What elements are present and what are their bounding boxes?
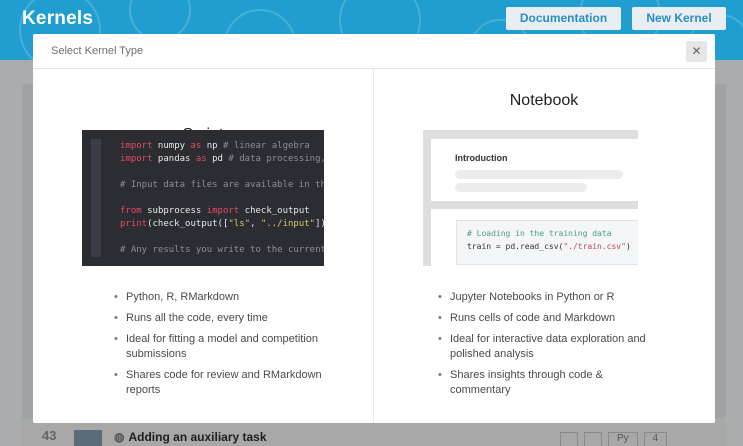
feature-item: Python, R, RMarkdown: [112, 290, 342, 305]
notebook-preview: Introduction # Loading in the training d…: [423, 130, 638, 266]
feature-item: Ideal for fitting a model and competitio…: [112, 332, 342, 362]
kernel-tag: [584, 432, 602, 446]
kernel-thumbnail: [74, 430, 102, 446]
markdown-cell: Introduction: [431, 139, 638, 201]
feature-item: Shares insights through code & commentar…: [436, 368, 666, 398]
kernel-title[interactable]: ◍ Adding an auxiliary task: [114, 430, 267, 444]
script-option[interactable]: Script import numpy as np # linear algeb…: [33, 69, 373, 423]
notebook-option[interactable]: Notebook Introduction # Loading in the t…: [374, 69, 714, 423]
vote-count[interactable]: 43: [42, 428, 56, 443]
close-icon[interactable]: ✕: [686, 41, 707, 62]
notebook-heading: Notebook: [509, 92, 579, 109]
feature-item: Shares code for review and RMarkdown rep…: [112, 368, 342, 398]
code-lines: import numpy as np # linear algebra impo…: [120, 141, 324, 255]
code-cell: # Loading in the training data train = p…: [431, 209, 638, 266]
documentation-button[interactable]: Documentation: [506, 7, 621, 30]
modal-title: Select Kernel Type: [51, 45, 144, 57]
brand-title[interactable]: Kernels: [22, 8, 93, 30]
kernel-tag: [560, 432, 578, 446]
feature-item: Runs all the code, every time: [112, 311, 342, 326]
kernel-tags: Py 4: [560, 432, 668, 446]
notebook-features: Jupyter Notebooks in Python or R Runs ce…: [436, 290, 666, 404]
feature-item: Runs cells of code and Markdown: [436, 311, 666, 326]
kernel-tag: Py: [608, 432, 638, 446]
globe-icon: ◍: [114, 430, 125, 444]
placeholder-line: [455, 170, 623, 179]
code-cell-content: # Loading in the training data train = p…: [456, 220, 638, 265]
kernel-tag: 4: [643, 432, 668, 446]
select-kernel-modal: Select Kernel Type ✕ Script import numpy…: [33, 34, 715, 423]
feature-item: Jupyter Notebooks in Python or R: [436, 290, 666, 305]
new-kernel-button[interactable]: New Kernel: [632, 7, 726, 30]
modal-header: Select Kernel Type ✕: [33, 34, 715, 69]
notebook-preview-heading: Introduction: [455, 153, 508, 163]
code-gutter: [91, 139, 101, 257]
kernel-title-text: Adding an auxiliary task: [128, 430, 267, 444]
script-features: Python, R, RMarkdown Runs all the code, …: [112, 290, 342, 404]
script-code-preview: import numpy as np # linear algebra impo…: [82, 130, 324, 266]
feature-item: Ideal for interactive data exploration a…: [436, 332, 666, 362]
placeholder-line: [455, 183, 587, 192]
